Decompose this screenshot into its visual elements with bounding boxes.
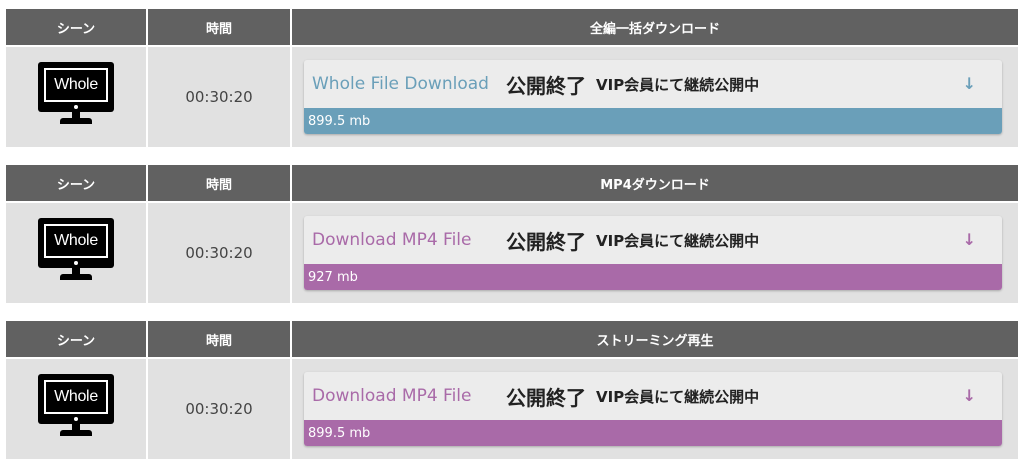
file-size-bar: 927 mb xyxy=(304,264,1002,290)
scene-cell: Whole xyxy=(6,359,146,459)
header-time: 時間 xyxy=(148,9,290,45)
duration-text: 00:30:20 xyxy=(148,359,290,459)
header-scene: シーン xyxy=(6,165,146,201)
vip-notice-text: VIP会員にて継続公開中 xyxy=(596,75,760,94)
file-size-text: 927 mb xyxy=(308,269,358,285)
file-size-text: 899.5 mb xyxy=(308,113,371,129)
publication-ended-text: 公開終了 xyxy=(506,229,586,254)
file-size-bar: 899.5 mb xyxy=(304,108,1002,134)
download-button-label: Whole File Download xyxy=(312,74,489,94)
monitor-icon[interactable]: Whole xyxy=(38,218,114,288)
download-cell: Download MP4 File 公開終了 VIP会員にて継続公開中 ↓ 89… xyxy=(292,359,1018,459)
download-arrow-icon: ↓ xyxy=(962,230,976,249)
download-button-label: Download MP4 File xyxy=(312,230,472,250)
download-section-mp4: シーン 時間 MP4ダウンロード Whole 00:30:20 Download… xyxy=(6,165,1018,303)
header-scene: シーン xyxy=(6,321,146,357)
file-size-text: 899.5 mb xyxy=(308,425,371,441)
scene-cell: Whole xyxy=(6,203,146,303)
monitor-icon[interactable]: Whole xyxy=(38,62,114,132)
download-button-label: Download MP4 File xyxy=(312,386,472,406)
download-cell: Whole File Download 公開終了 VIP会員にて継続公開中 ↓ … xyxy=(292,47,1018,147)
table-header: シーン 時間 全編一括ダウンロード xyxy=(6,9,1018,45)
monitor-icon[interactable]: Whole xyxy=(38,374,114,444)
vip-notice-text: VIP会員にて継続公開中 xyxy=(596,387,760,406)
whole-file-download-button[interactable]: Whole File Download 公開終了 VIP会員にて継続公開中 ↓ … xyxy=(304,60,1002,134)
mp4-download-button[interactable]: Download MP4 File 公開終了 VIP会員にて継続公開中 ↓ 92… xyxy=(304,216,1002,290)
header-download: ストリーミング再生 xyxy=(292,321,1018,357)
vip-notice-text: VIP会員にて継続公開中 xyxy=(596,231,760,250)
download-arrow-icon: ↓ xyxy=(962,386,976,405)
thumbnail-label: Whole xyxy=(44,224,108,258)
header-download: MP4ダウンロード xyxy=(292,165,1018,201)
download-arrow-icon: ↓ xyxy=(962,74,976,93)
file-size-bar: 899.5 mb xyxy=(304,420,1002,446)
download-section-streaming: シーン 時間 ストリーミング再生 Whole 00:30:20 Download… xyxy=(6,321,1018,459)
download-page: シーン 時間 全編一括ダウンロード Whole 00:30:20 Whole F… xyxy=(0,0,1024,468)
table-header: シーン 時間 MP4ダウンロード xyxy=(6,165,1018,201)
header-time: 時間 xyxy=(148,321,290,357)
table-row: Whole 00:30:20 Download MP4 File 公開終了 VI… xyxy=(6,203,1018,303)
table-row: Whole 00:30:20 Download MP4 File 公開終了 VI… xyxy=(6,359,1018,459)
streaming-download-button[interactable]: Download MP4 File 公開終了 VIP会員にて継続公開中 ↓ 89… xyxy=(304,372,1002,446)
header-download: 全編一括ダウンロード xyxy=(292,9,1018,45)
duration-text: 00:30:20 xyxy=(148,47,290,147)
publication-ended-text: 公開終了 xyxy=(506,73,586,98)
thumbnail-label: Whole xyxy=(44,68,108,102)
table-row: Whole 00:30:20 Whole File Download 公開終了 … xyxy=(6,47,1018,147)
header-time: 時間 xyxy=(148,165,290,201)
download-cell: Download MP4 File 公開終了 VIP会員にて継続公開中 ↓ 92… xyxy=(292,203,1018,303)
publication-ended-text: 公開終了 xyxy=(506,385,586,410)
download-section-whole-file: シーン 時間 全編一括ダウンロード Whole 00:30:20 Whole F… xyxy=(6,9,1018,147)
thumbnail-label: Whole xyxy=(44,380,108,414)
header-scene: シーン xyxy=(6,9,146,45)
table-header: シーン 時間 ストリーミング再生 xyxy=(6,321,1018,357)
scene-cell: Whole xyxy=(6,47,146,147)
duration-text: 00:30:20 xyxy=(148,203,290,303)
